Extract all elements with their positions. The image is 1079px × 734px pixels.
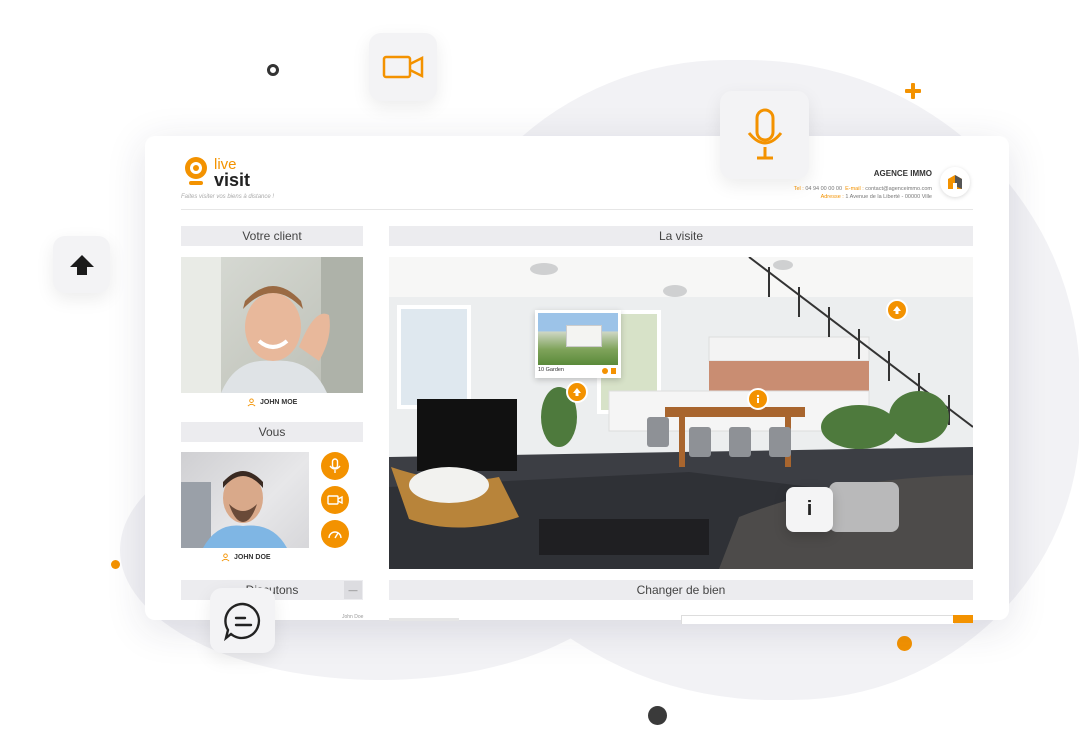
chat-minimize-button[interactable]: — xyxy=(344,581,362,599)
quality-button[interactable] xyxy=(321,520,349,548)
chat-message-author: John Doe xyxy=(342,614,364,620)
change-section-title: Changer de bien xyxy=(389,580,973,600)
agency-contact: Tel : 04 94 00 00 00 E-mail : contact@ag… xyxy=(760,185,932,201)
self-video[interactable] xyxy=(181,452,309,548)
address-value: 1 Avenue de la Liberté - 00000 Ville xyxy=(845,194,932,200)
header-divider xyxy=(181,209,973,210)
arrow-up-icon xyxy=(69,254,94,275)
client-section-title: Votre client xyxy=(181,226,363,246)
tour-thumbnail[interactable]: 10 Garden xyxy=(535,310,621,378)
chat-bubble-icon xyxy=(223,602,260,641)
decor-ring xyxy=(267,64,279,76)
decor-dot-orange-large xyxy=(897,636,912,651)
microphone-icon xyxy=(747,108,782,160)
decor-dot-orange xyxy=(111,560,120,569)
property-select-button[interactable] xyxy=(953,615,973,623)
tagline: Faites visiter vos biens à distance ! xyxy=(181,194,275,200)
nav-hotspot-stairs[interactable] xyxy=(886,299,908,321)
arrow-up-icon xyxy=(573,388,581,396)
flag-icon xyxy=(611,368,616,374)
property-search-placeholder xyxy=(389,618,459,621)
plus-icon xyxy=(904,82,922,100)
mic-toggle-button[interactable] xyxy=(321,452,349,480)
you-section-title: Vous xyxy=(181,422,363,442)
self-name-label: JOHN DOE xyxy=(234,554,271,561)
video-camera-icon xyxy=(382,55,424,79)
gauge-icon xyxy=(328,531,342,539)
tour-thumbnail-image xyxy=(538,313,618,365)
user-icon xyxy=(247,398,256,407)
client-video[interactable] xyxy=(181,257,363,393)
tel-label: Tel : xyxy=(793,186,804,192)
property-select[interactable] xyxy=(681,615,955,624)
info-hotspot[interactable] xyxy=(747,388,769,410)
address-label: Adresse : xyxy=(820,194,844,200)
info-button-label: i xyxy=(806,498,813,520)
floating-mic-card[interactable] xyxy=(720,91,809,179)
arrow-up-icon xyxy=(893,306,901,314)
info-button[interactable]: i xyxy=(786,487,833,532)
tour-thumbnail-label: 10 Garden xyxy=(538,367,564,373)
agency-name: AGENCE IMMO xyxy=(873,169,932,178)
visit-section-title: La visite xyxy=(389,226,973,246)
camera-toggle-button[interactable] xyxy=(321,486,349,514)
floating-chat-card[interactable] xyxy=(210,588,275,653)
agency-logo xyxy=(940,167,970,197)
nav-hotspot-up[interactable] xyxy=(566,381,588,403)
logo-text-visit: visit xyxy=(214,170,251,190)
email-value[interactable]: contact@agenceimmo.com xyxy=(865,186,932,192)
decor-dot-dark xyxy=(648,706,667,725)
floating-camera-card[interactable] xyxy=(369,33,437,101)
tel-value: 04 94 00 00 00 xyxy=(805,186,843,192)
email-label: E-mail : xyxy=(845,186,864,192)
floating-up-card[interactable] xyxy=(53,236,110,293)
info-icon xyxy=(756,394,760,403)
eye-icon xyxy=(602,368,608,374)
microphone-icon xyxy=(329,458,341,473)
client-name-label: JOHN MOE xyxy=(260,399,298,406)
video-camera-icon xyxy=(327,495,343,505)
logo-icon xyxy=(183,154,211,188)
client-name: JOHN MOE xyxy=(247,398,297,407)
virtual-tour-viewer[interactable] xyxy=(389,257,973,569)
user-icon xyxy=(221,553,230,562)
self-name: JOHN DOE xyxy=(221,553,271,562)
